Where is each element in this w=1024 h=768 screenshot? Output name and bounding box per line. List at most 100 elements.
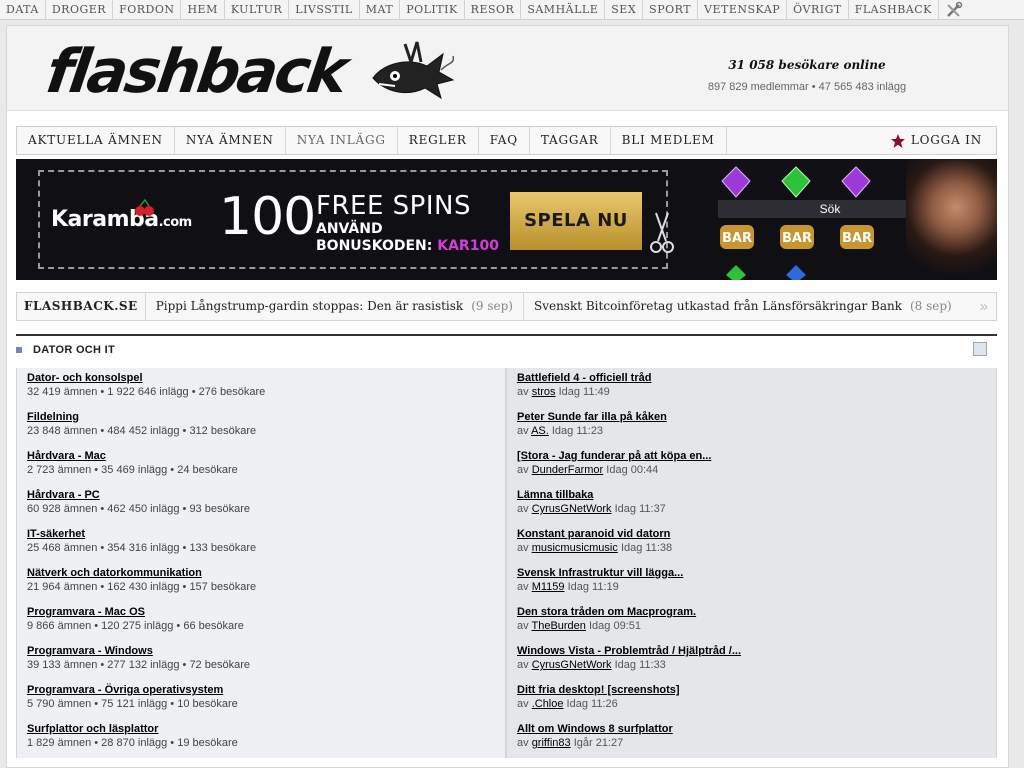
last-post-cell: Windows Vista - Problemtråd / Hjälptråd … (506, 641, 997, 680)
forum-stats: 32 419 ämnen • 1 922 646 inlägg • 276 be… (27, 386, 266, 398)
thread-link[interactable]: [Stora - Jag funderar på att köpa en... (517, 449, 711, 463)
nav-nya-inlagg[interactable]: NYA INLÄGG (286, 127, 398, 154)
category-samhalle[interactable]: SAMHÄLLE (521, 0, 606, 20)
category-droger[interactable]: DROGER (46, 0, 114, 20)
forum-link[interactable]: Surfplattor och läsplattor (27, 722, 158, 736)
collapse-icon[interactable] (973, 342, 987, 356)
double-chevron-right-icon[interactable]: » (980, 298, 988, 315)
last-post-cell: Ditt fria desktop! [screenshots] av .Chl… (506, 680, 997, 719)
table-row: IT-säkerhet 25 468 ämnen • 354 316 inläg… (16, 524, 997, 563)
category-resor[interactable]: RESOR (465, 0, 522, 20)
category-bar: DATA DROGER FORDON HEM KULTUR LIVSSTIL M… (0, 0, 1024, 20)
ad-model-image (906, 159, 997, 280)
table-row: Fildelning 23 848 ämnen • 484 452 inlägg… (16, 407, 997, 446)
user-link[interactable]: DunderFarmor (532, 464, 604, 476)
ticker-label[interactable]: FLASHBACK.SE (17, 293, 146, 320)
thread-link[interactable]: Ditt fria desktop! [screenshots] (517, 683, 680, 697)
category-kultur[interactable]: KULTUR (225, 0, 290, 20)
forum-table: Dator- och konsolspel 32 419 ämnen • 1 9… (16, 368, 997, 758)
forum-stats: 39 133 ämnen • 277 132 inlägg • 72 besök… (27, 659, 250, 671)
category-hem[interactable]: HEM (181, 0, 225, 20)
online-visitors: 31 058 besökare online (728, 58, 886, 72)
by-label: av (517, 542, 529, 554)
user-link[interactable]: griffin83 (532, 737, 571, 749)
category-vetenskap[interactable]: VETENSKAP (698, 0, 788, 20)
forum-link[interactable]: Dator- och konsolspel (27, 371, 143, 385)
forum-link[interactable]: Nätverk och datorkommunikation (27, 566, 202, 580)
forum-link[interactable]: Programvara - Windows (27, 644, 153, 658)
last-post-cell: Battlefield 4 - officiell tråd av stros … (506, 368, 997, 407)
thread-link[interactable]: Den stora tråden om Macprogram. (517, 605, 696, 619)
play-now-button[interactable]: SPELA NU (510, 192, 642, 250)
ad-brand-suffix: .com (158, 215, 193, 230)
ticker-item[interactable]: Svenskt Bitcoinföretag utkastad från Län… (524, 293, 962, 320)
last-post-meta: av musicmusicmusic Idag 11:38 (517, 541, 986, 555)
user-link[interactable]: TheBurden (531, 620, 585, 632)
banner-ad[interactable]: Karamba.com 100 FREE SPINS ANVÄND BONUSK… (16, 159, 997, 280)
forum-link[interactable]: Programvara - Mac OS (27, 605, 145, 619)
ticker-item-text: Pippi Långstrump-gardin stoppas: Den är … (155, 299, 464, 313)
nav-taggar[interactable]: TAGGAR (530, 127, 611, 154)
forum-link[interactable]: IT-säkerhet (27, 527, 85, 541)
category-mat[interactable]: MAT (360, 0, 401, 20)
thread-link[interactable]: Allt om Windows 8 surfplattor (517, 722, 673, 736)
category-fordon[interactable]: FORDON (113, 0, 182, 20)
category-data[interactable]: DATA (0, 0, 46, 20)
ticker-item-date: (8 sep) (909, 299, 952, 313)
fish-mascot-icon[interactable] (365, 36, 457, 106)
category-flashback[interactable]: FLASHBACK (849, 0, 939, 20)
user-link[interactable]: AS. (531, 425, 549, 437)
user-link[interactable]: CyrusGNetWork (532, 503, 612, 515)
thread-link[interactable]: Battlefield 4 - officiell tråd (517, 371, 651, 385)
tools-icon[interactable] (939, 0, 969, 20)
site-logo[interactable]: flashback (42, 36, 350, 108)
category-politik[interactable]: POLITIK (400, 0, 465, 20)
thread-link[interactable]: Svensk Infrastruktur vill lägga... (517, 566, 683, 580)
section-title[interactable]: DATOR OCH IT (33, 344, 115, 356)
forum-link[interactable]: Hårdvara - PC (27, 488, 100, 502)
thread-link[interactable]: Peter Sunde far illa på kåken (517, 410, 667, 424)
category-sex[interactable]: SEX (605, 0, 644, 20)
last-post-cell: Svensk Infrastruktur vill lägga... av M1… (506, 563, 997, 602)
post-time: Idag 11:49 (558, 386, 610, 398)
cherry-icon (135, 199, 154, 216)
forum-link[interactable]: Programvara - Övriga operativsystem (27, 683, 223, 697)
thread-link[interactable]: Lämna tillbaka (517, 488, 593, 502)
nav-faq[interactable]: FAQ (479, 127, 530, 154)
user-link[interactable]: .Chloe (532, 698, 564, 710)
user-link[interactable]: M1159 (532, 581, 565, 593)
forum-link[interactable]: Hårdvara - Mac (27, 449, 106, 463)
by-label: av (517, 698, 529, 710)
site-stats: 897 829 medlemmar • 47 565 483 inlägg (707, 81, 907, 93)
nav-nya-amnen[interactable]: NYA ÄMNEN (175, 127, 286, 154)
nav-bli-medlem[interactable]: BLI MEDLEM (611, 127, 727, 154)
ticker-item[interactable]: Pippi Långstrump-gardin stoppas: Den är … (146, 293, 524, 320)
user-link[interactable]: musicmusicmusic (532, 542, 618, 554)
by-label: av (517, 581, 529, 593)
category-livsstil[interactable]: LIVSSTIL (289, 0, 360, 20)
category-ovrigt[interactable]: ÖVRIGT (787, 0, 849, 20)
bar-label-2: BAR (782, 231, 812, 246)
ad-code-line: BONUSKODEN: KAR100 (316, 238, 499, 255)
thread-link[interactable]: Windows Vista - Problemtråd / Hjälptråd … (517, 644, 741, 658)
thread-link[interactable]: Konstant paranoid vid datorn (517, 527, 670, 541)
nav-regler[interactable]: REGLER (398, 127, 479, 154)
bullet-square-icon (16, 347, 22, 353)
main-nav: AKTUELLA ÄMNEN NYA ÄMNEN NYA INLÄGG REGL… (16, 126, 997, 155)
table-row: Programvara - Windows 39 133 ämnen • 277… (16, 641, 997, 680)
post-time: Idag 11:19 (567, 581, 619, 593)
nav-aktuella-amnen[interactable]: AKTUELLA ÄMNEN (17, 127, 175, 154)
table-row: Dator- och konsolspel 32 419 ämnen • 1 9… (16, 368, 997, 407)
forum-cell: Programvara - Mac OS 9 866 ämnen • 120 2… (16, 602, 506, 641)
news-ticker: FLASHBACK.SE Pippi Långstrump-gardin sto… (16, 292, 997, 321)
user-link[interactable]: CyrusGNetWork (532, 659, 612, 671)
user-link[interactable]: stros (532, 386, 556, 398)
category-sport[interactable]: SPORT (643, 0, 699, 20)
by-label: av (517, 386, 529, 398)
last-post-meta: av DunderFarmor Idag 00:44 (517, 463, 986, 477)
forum-link[interactable]: Fildelning (27, 410, 79, 424)
post-time: Idag 09:51 (588, 620, 641, 632)
login-button[interactable]: LOGGA IN (890, 127, 982, 154)
post-time: Idag 11:33 (614, 659, 666, 671)
last-post-meta: av stros Idag 11:49 (517, 385, 986, 399)
